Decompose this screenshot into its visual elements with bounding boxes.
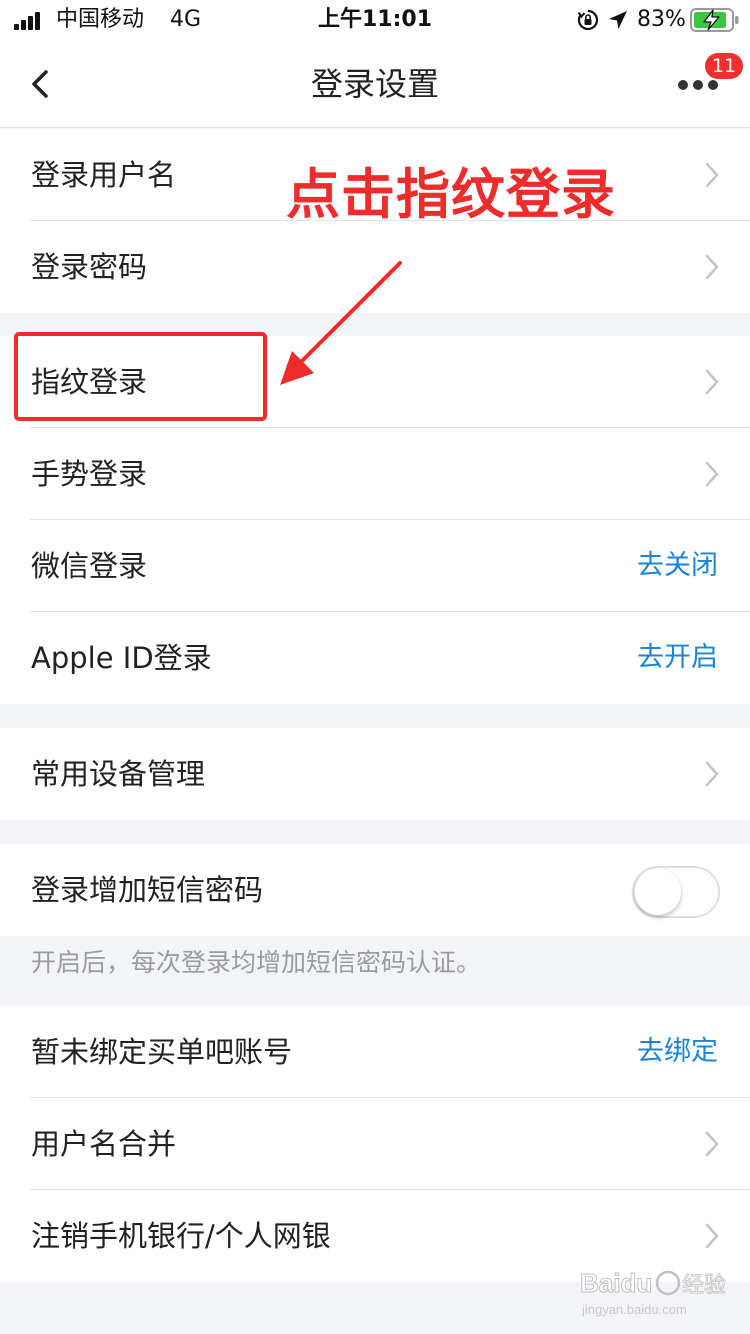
chevron-right-icon: [705, 1131, 719, 1157]
svg-text:jingyan.baidu.com: jingyan.baidu.com: [581, 1302, 687, 1317]
row-apple-id-login: Apple ID登录 去开启: [0, 612, 750, 704]
location-arrow-icon: [609, 11, 627, 29]
svg-text:Baidu: Baidu: [580, 1268, 652, 1298]
chevron-right-icon: [705, 254, 719, 280]
devices-section: 常用设备管理: [0, 728, 750, 820]
svg-text:经验: 经验: [682, 1273, 726, 1298]
row-label: 登录用户名: [31, 158, 177, 192]
annotation-text: 点击指纹登录: [286, 163, 616, 226]
row-merge-username[interactable]: 用户名合并: [0, 1098, 750, 1190]
notification-badge: 11: [705, 53, 743, 79]
page-title: 登录设置: [310, 65, 439, 103]
sms-password-toggle[interactable]: [632, 866, 720, 918]
bind-account-link[interactable]: 去绑定: [637, 1006, 718, 1098]
arrow-icon: [280, 261, 402, 385]
chevron-right-icon: [705, 369, 719, 395]
row-label: 手势登录: [31, 457, 148, 491]
row-label: 用户名合并: [31, 1127, 177, 1161]
chevron-right-icon: [705, 162, 719, 188]
other-section: 暂未绑定买单吧账号 去绑定 用户名合并 注销手机银行/个人网银: [0, 1006, 750, 1282]
row-label: 登录增加短信密码: [31, 873, 264, 907]
row-device-management[interactable]: 常用设备管理: [0, 728, 750, 820]
wechat-disable-link[interactable]: 去关闭: [637, 520, 718, 612]
status-bar: 中国移动 4G 上午11:01 83%: [0, 0, 750, 40]
row-bind-account: 暂未绑定买单吧账号 去绑定: [0, 1006, 750, 1098]
highlight-box: [14, 332, 267, 421]
chevron-right-icon: [705, 761, 719, 787]
toggle-knob: [635, 869, 681, 915]
orientation-lock-icon: [577, 9, 599, 31]
battery-charging-icon: [690, 8, 739, 32]
row-sms-password: 登录增加短信密码: [0, 844, 750, 936]
row-wechat-login: 微信登录 去关闭: [0, 520, 750, 612]
row-label: Apple ID登录: [31, 641, 212, 675]
row-label: 登录密码: [31, 250, 148, 284]
chevron-right-icon: [705, 461, 719, 487]
row-label: 常用设备管理: [31, 757, 206, 791]
sms-hint-text: 开启后，每次登录均增加短信密码认证。: [31, 948, 482, 977]
row-label: 微信登录: [31, 549, 148, 583]
navigation-bar: 登录设置 11: [0, 40, 750, 128]
chevron-right-icon: [705, 1223, 719, 1249]
battery-percent: 83%: [637, 7, 686, 32]
row-label: 暂未绑定买单吧账号: [31, 1035, 293, 1069]
row-gesture-login[interactable]: 手势登录: [0, 428, 750, 520]
baidu-jingyan-watermark: Baidu 经验 jingyan.baidu.com: [580, 1268, 727, 1318]
apple-id-enable-link[interactable]: 去开启: [637, 612, 718, 704]
sms-section: 登录增加短信密码: [0, 844, 750, 936]
row-label: 注销手机银行/个人网银: [31, 1219, 331, 1253]
